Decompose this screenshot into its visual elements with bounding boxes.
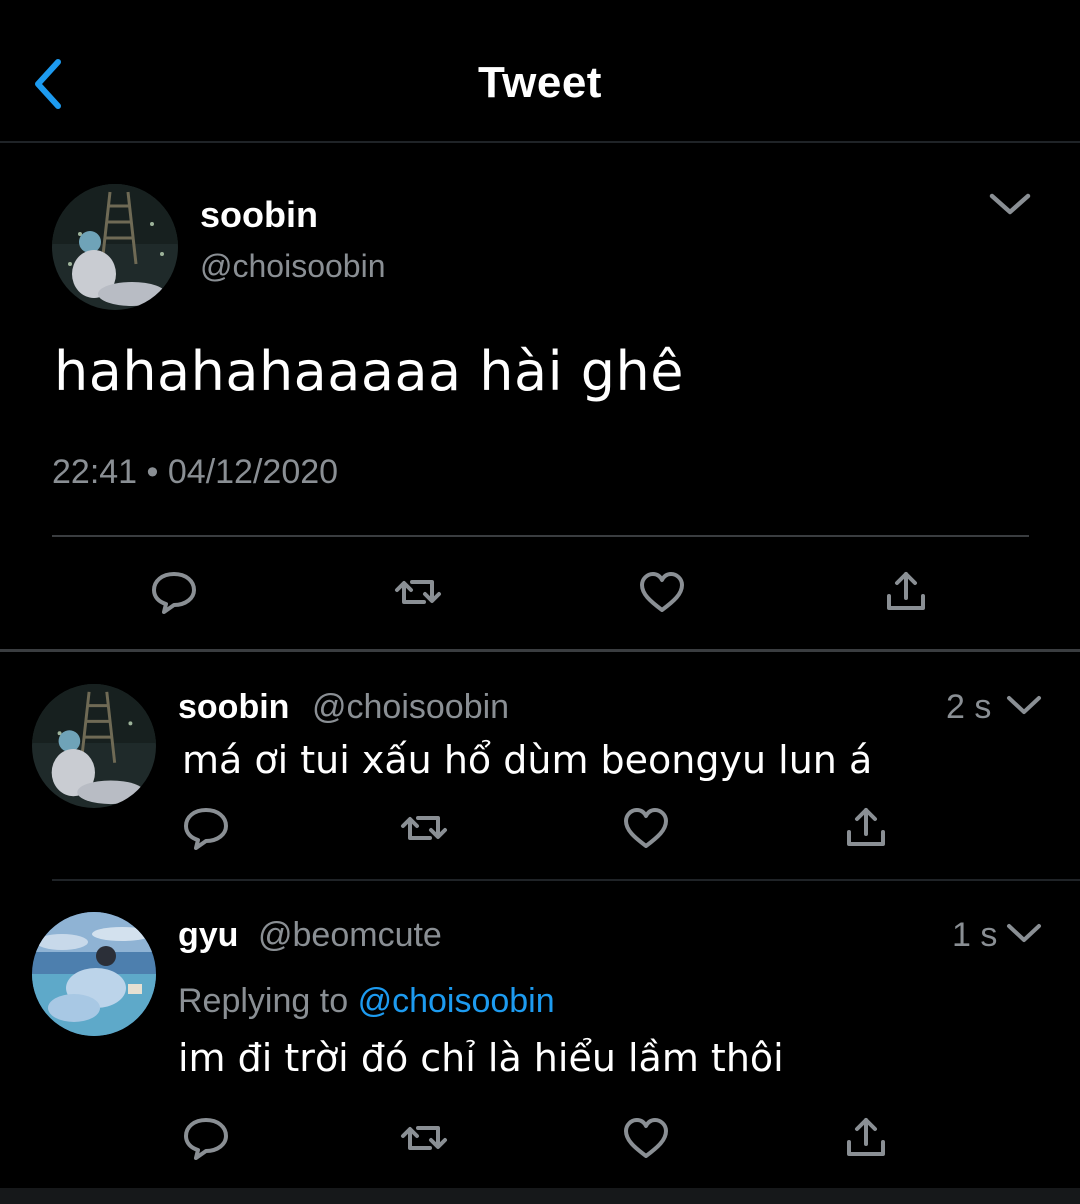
speech-bubble-icon <box>184 808 228 850</box>
replying-to: Replying to @choisoobin <box>178 982 555 1021</box>
share-button[interactable] <box>840 802 892 854</box>
like-button[interactable] <box>636 566 688 618</box>
avatar[interactable] <box>52 184 178 310</box>
more-options-button[interactable] <box>1004 918 1044 948</box>
retweet-button[interactable] <box>398 802 450 854</box>
reply-text: im đi trời đó chỉ là hiểu lầm thôi <box>178 1036 784 1080</box>
reply-time: 1 s <box>952 916 998 954</box>
tweet-text: hahahahaaaaa hài ghê <box>54 340 684 403</box>
reply-author-name[interactable]: soobin <box>178 688 289 727</box>
reply-text: má ơi tui xấu hổ dùm beongyu lun á <box>182 738 873 782</box>
like-button[interactable] <box>620 802 672 854</box>
chevron-down-icon <box>1007 924 1041 942</box>
bottom-edge <box>0 1188 1080 1204</box>
tweet-detail-screen: Tweet soobin @choisoobin hahahahaaaaa hà… <box>0 0 1080 1204</box>
speech-bubble-icon <box>184 1118 228 1160</box>
heart-icon <box>624 1118 668 1158</box>
retweet-icon <box>395 580 441 604</box>
more-options-button[interactable] <box>986 186 1034 222</box>
reply-author-handle[interactable]: @beomcute <box>258 916 442 955</box>
divider <box>52 879 1080 881</box>
author-handle[interactable]: @choisoobin <box>200 248 385 285</box>
reply-time: 2 s <box>946 688 992 726</box>
reply-button[interactable] <box>180 802 232 854</box>
share-icon <box>847 1118 885 1156</box>
speech-bubble-icon <box>152 572 196 614</box>
share-icon <box>847 808 885 846</box>
mention-link[interactable]: @choisoobin <box>358 982 555 1020</box>
page-title: Tweet <box>478 58 602 107</box>
top-bar: Tweet <box>0 0 1080 143</box>
retweet-icon <box>401 1126 447 1150</box>
chevron-down-icon <box>1007 696 1041 714</box>
share-button[interactable] <box>880 566 932 618</box>
retweet-icon <box>401 816 447 840</box>
retweet-button[interactable] <box>392 566 444 618</box>
reply-button[interactable] <box>148 566 200 618</box>
share-button[interactable] <box>840 1112 892 1164</box>
share-icon <box>887 572 925 610</box>
heart-icon <box>624 808 668 848</box>
section-separator <box>0 649 1080 652</box>
retweet-button[interactable] <box>398 1112 450 1164</box>
author-name[interactable]: soobin <box>200 194 318 236</box>
heart-icon <box>640 572 684 612</box>
reply-author-name[interactable]: gyu <box>178 916 238 955</box>
avatar[interactable] <box>32 912 156 1036</box>
chevron-down-icon <box>989 193 1031 215</box>
like-button[interactable] <box>620 1112 672 1164</box>
avatar[interactable] <box>32 684 156 808</box>
tweet-timestamp: 22:41 • 04/12/2020 <box>52 453 339 491</box>
replying-label: Replying to <box>178 982 349 1020</box>
more-options-button[interactable] <box>1004 690 1044 720</box>
reply-button[interactable] <box>180 1112 232 1164</box>
reply-author-handle[interactable]: @choisoobin <box>312 688 509 727</box>
divider <box>52 535 1029 537</box>
